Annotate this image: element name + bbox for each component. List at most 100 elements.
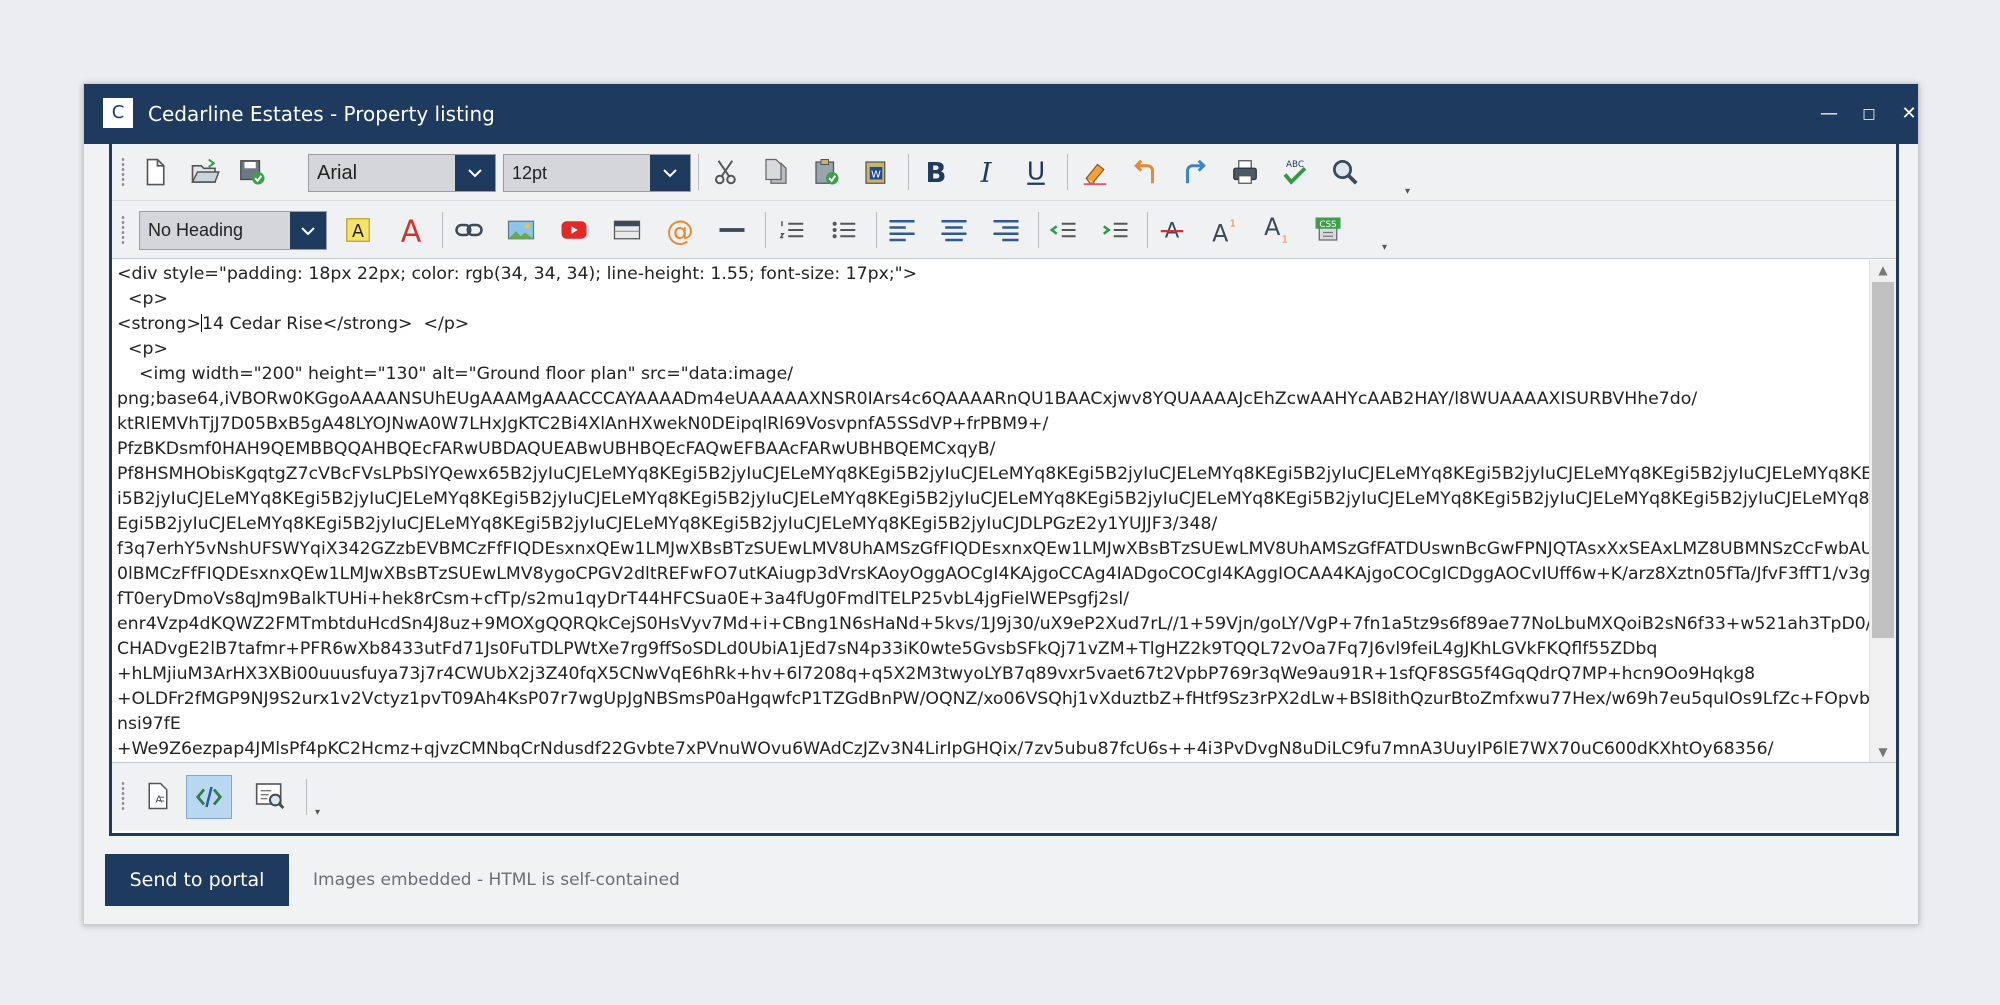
svg-text:A: A — [352, 222, 364, 242]
html-source-textarea[interactable]: <div style="padding: 18px 22px; color: r… — [112, 260, 1887, 762]
find-icon[interactable] — [1326, 153, 1364, 191]
strikethrough-icon[interactable]: A — [1153, 211, 1191, 249]
css-label: CSS — [1319, 220, 1337, 230]
toolbar-divider — [876, 212, 877, 248]
bullet-list-icon[interactable] — [825, 211, 863, 249]
open-folder-icon[interactable] — [186, 153, 224, 191]
eraser-icon[interactable] — [1076, 153, 1114, 191]
source-line: +hLMjiuM3ArHX3XBi00uuusfuya73j7r4CWUbX2j… — [117, 664, 1756, 684]
paste-icon[interactable] — [807, 153, 845, 191]
font-size-select[interactable]: 12pt — [503, 154, 691, 192]
source-line: ktRlEMVhTjJ7D05BxB5gA48LYOJNwA0W7LHxJgKT… — [117, 414, 1049, 434]
vertical-scrollbar[interactable]: ▲ ▼ — [1869, 260, 1896, 762]
image-icon[interactable] — [502, 211, 540, 249]
send-to-portal-button[interactable]: Send to portal — [105, 854, 289, 906]
preview-icon[interactable] — [248, 775, 292, 817]
source-line: PfzBKDsmf0HAH9QEMBBQQAHBQEcFARwUBDAQUEAB… — [117, 439, 996, 459]
source-line: <img width="200" height="130" alt="Groun… — [117, 364, 794, 384]
copy-icon[interactable] — [757, 153, 795, 191]
underline-icon[interactable]: U — [1017, 153, 1055, 191]
table-icon[interactable] — [608, 211, 646, 249]
toolbar-overflow-icon[interactable]: ▾ — [315, 807, 320, 818]
redo-icon[interactable] — [1176, 153, 1214, 191]
align-left-icon[interactable] — [883, 211, 921, 249]
toolbar-divider — [306, 779, 307, 815]
source-line: enr4Vzp4dKQWZ2FMTmbtduHcdSn4J8uz+9MOXgQQ… — [117, 614, 1872, 634]
svg-text:B: B — [926, 157, 947, 187]
font-family-select[interactable]: Arial — [308, 154, 496, 192]
toolbar-divider — [442, 212, 443, 248]
source-line: f3q7erhY5vNshUFSWYqiX342GZzbEVBMCzFfFIQD… — [117, 539, 1887, 609]
scrollbar-thumb[interactable] — [1872, 282, 1894, 638]
font-color-icon[interactable]: A — [392, 211, 430, 249]
svg-text:W: W — [871, 170, 881, 181]
bold-icon[interactable]: B — [917, 153, 955, 191]
video-icon[interactable] — [555, 211, 593, 249]
spellcheck-label: ABC — [1286, 160, 1304, 170]
svg-text:A: A — [1264, 215, 1281, 241]
cut-icon[interactable] — [707, 153, 745, 191]
indent-icon[interactable] — [1096, 211, 1134, 249]
design-view-icon[interactable]: A — [136, 775, 180, 817]
minimize-button[interactable]: — — [1809, 84, 1849, 144]
highlight-color-icon[interactable]: A — [339, 211, 377, 249]
css-icon[interactable]: CSS — [1309, 211, 1347, 249]
toolbar-divider — [1067, 154, 1068, 190]
chevron-down-icon[interactable] — [650, 155, 690, 191]
font-family-value: Arial — [317, 161, 358, 184]
superscript-icon[interactable]: A1 — [1205, 211, 1243, 249]
numbered-list-icon[interactable] — [773, 211, 811, 249]
align-center-icon[interactable] — [935, 211, 973, 249]
app-logo-icon: C — [103, 98, 133, 128]
editor-window: C Cedarline Estates - Property listing —… — [83, 83, 1919, 925]
toolbar-overflow-icon[interactable]: ▾ — [1405, 186, 1410, 197]
superscript-mark: 1 — [1230, 218, 1236, 229]
spellcheck-icon[interactable]: ABC — [1276, 153, 1314, 191]
toolbar-overflow-icon[interactable]: ▾ — [1382, 242, 1387, 253]
new-document-icon[interactable] — [136, 153, 174, 191]
undo-icon[interactable] — [1126, 153, 1164, 191]
maximize-button[interactable]: □ — [1849, 84, 1889, 144]
paste-from-word-icon[interactable]: W — [857, 153, 895, 191]
source-line: +OLDFr2fMGP9NJ9S2urx1v2Vctyz1pvT09Ah4KsP… — [117, 689, 1881, 734]
title-bar[interactable]: C Cedarline Estates - Property listing —… — [84, 84, 1918, 144]
source-view-icon[interactable] — [186, 775, 232, 819]
subscript-icon[interactable]: A1 — [1257, 211, 1295, 249]
source-line: <div style="padding: 18px 22px; color: r… — [117, 264, 918, 284]
source-line: png;base64,iVBORw0KGgoAAAANSUhEUgAAAMgAA… — [117, 389, 1698, 409]
text-caret — [200, 314, 202, 332]
source-line: <p> — [117, 339, 168, 359]
scroll-up-icon[interactable]: ▲ — [1870, 260, 1896, 280]
toolbar-grip[interactable] — [121, 781, 125, 811]
close-button[interactable]: ✕ — [1889, 84, 1929, 144]
svg-text:U: U — [1027, 157, 1045, 186]
font-size-value: 12pt — [512, 162, 548, 183]
source-line: Pf8HSMHObisKgqtgZ7cVBcFVsLPbSlYQewx65B2j… — [117, 464, 1884, 534]
toolbar-grip[interactable] — [121, 215, 125, 245]
svg-text:@: @ — [666, 215, 694, 245]
svg-text:A: A — [156, 794, 163, 805]
save-icon[interactable] — [233, 153, 271, 191]
print-icon[interactable] — [1226, 153, 1264, 191]
chevron-down-icon[interactable] — [455, 155, 495, 191]
toolbar-divider — [698, 154, 699, 190]
chevron-down-icon[interactable] — [290, 212, 326, 249]
source-line: CHADvgE2lB7tafmr+PFR6wXb8433utFd71Js0FuT… — [117, 639, 1658, 659]
svg-text:A: A — [1212, 219, 1229, 245]
link-icon[interactable] — [450, 211, 488, 249]
align-right-icon[interactable] — [987, 211, 1025, 249]
toolbar-divider — [1038, 212, 1039, 248]
heading-value: No Heading — [148, 220, 244, 240]
source-line: <p> — [117, 289, 168, 309]
scroll-down-icon[interactable]: ▼ — [1870, 742, 1896, 762]
toolbar-divider — [908, 154, 909, 190]
svg-text:A: A — [401, 215, 422, 245]
toolbar-divider — [1147, 212, 1148, 248]
italic-icon[interactable]: I — [967, 153, 1005, 191]
email-link-icon[interactable]: @ — [661, 211, 699, 249]
source-line: <strong>14 Cedar Rise</strong> </p> — [117, 314, 470, 334]
heading-select[interactable]: No Heading — [139, 211, 327, 250]
toolbar-grip[interactable] — [121, 157, 125, 187]
horizontal-rule-icon[interactable] — [713, 211, 751, 249]
outdent-icon[interactable] — [1044, 211, 1082, 249]
